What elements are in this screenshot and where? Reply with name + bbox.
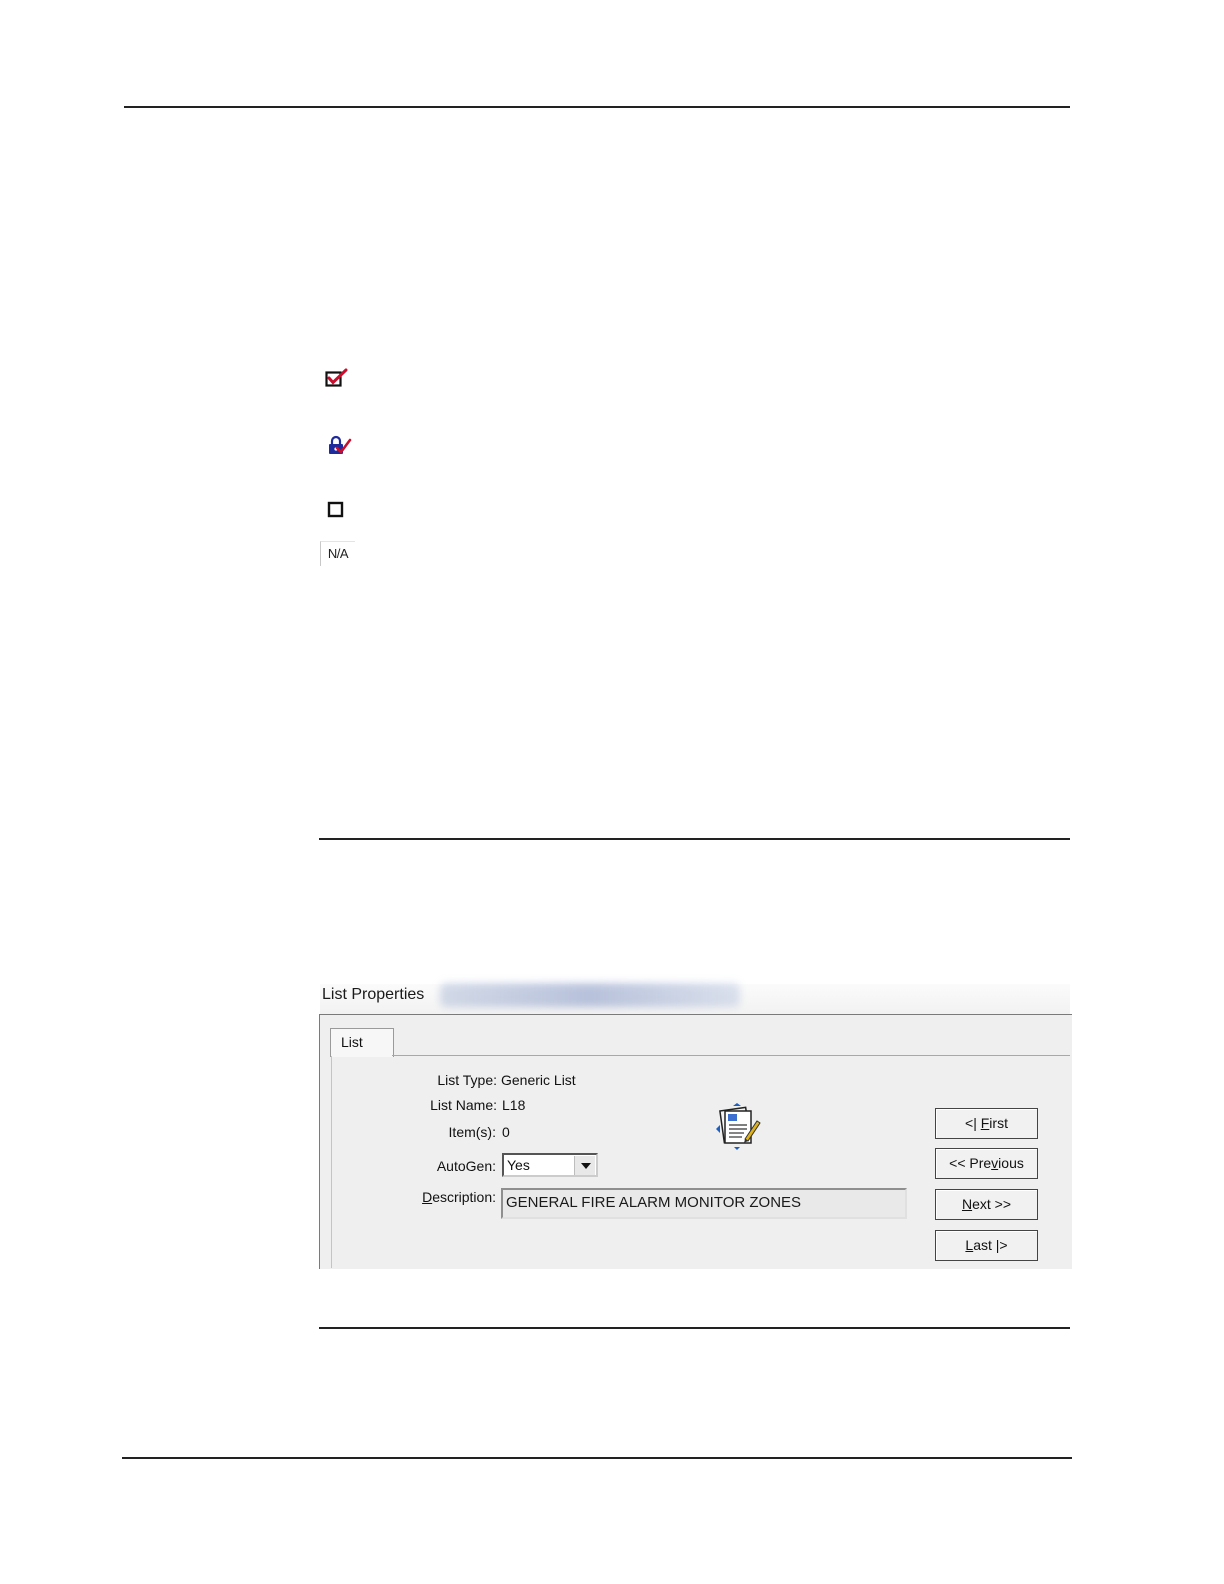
previous-rest: ious: [998, 1155, 1024, 1171]
panel-edge: [331, 1056, 332, 1268]
description-value: GENERAL FIRE ALARM MONITOR ZONES: [506, 1194, 802, 1211]
section-rule-bottom: [319, 1327, 1070, 1329]
tab-divider: [392, 1055, 1070, 1056]
items-value: 0: [502, 1124, 510, 1140]
list-type-label: List Type:: [437, 1072, 497, 1088]
tab-list[interactable]: List: [330, 1028, 394, 1057]
first-hotkey: F: [980, 1115, 990, 1131]
autogen-selected-value: Yes: [507, 1157, 530, 1173]
previous-button[interactable]: << Previous: [935, 1148, 1038, 1179]
first-rest: irst: [989, 1115, 1008, 1131]
previous-prefix: << Pre: [949, 1155, 992, 1171]
blurred-title-background: [440, 983, 740, 1007]
list-properties-icon: [712, 1103, 762, 1156]
na-indicator: N/A: [320, 541, 355, 566]
first-button[interactable]: <| First: [935, 1108, 1038, 1139]
next-button[interactable]: Next >>: [935, 1189, 1038, 1220]
description-label-hotkey: D: [422, 1189, 433, 1205]
description-field[interactable]: GENERAL FIRE ALARM MONITOR ZONES: [501, 1188, 907, 1219]
list-type-value: Generic List: [501, 1072, 576, 1088]
na-text: N/A: [327, 546, 349, 561]
header-rule: [124, 106, 1070, 108]
description-label-rest: escription:: [432, 1189, 496, 1205]
list-name-value: L18: [502, 1097, 526, 1113]
tab-list-label: List: [341, 1034, 363, 1050]
last-button[interactable]: Last |>: [935, 1230, 1038, 1261]
next-rest: ext >>: [972, 1196, 1012, 1212]
autogen-label: AutoGen:: [436, 1158, 496, 1174]
checkbox-checked-red-icon: [325, 368, 349, 393]
checkbox-empty-icon: [327, 501, 345, 524]
chevron-down-icon[interactable]: [574, 1156, 595, 1175]
footer-rule: [122, 1457, 1072, 1459]
dialog-title: List Properties: [322, 986, 425, 1003]
first-prefix: <|: [965, 1115, 981, 1131]
items-label: Item(s):: [448, 1124, 496, 1140]
list-name-label: List Name:: [430, 1097, 497, 1113]
section-rule-top: [319, 838, 1070, 840]
description-label: Description:: [376, 1189, 496, 1205]
next-hotkey: N: [961, 1196, 973, 1212]
last-rest: ast |>: [973, 1237, 1008, 1253]
lock-checked-icon: [326, 435, 352, 462]
autogen-select[interactable]: Yes: [502, 1153, 598, 1177]
